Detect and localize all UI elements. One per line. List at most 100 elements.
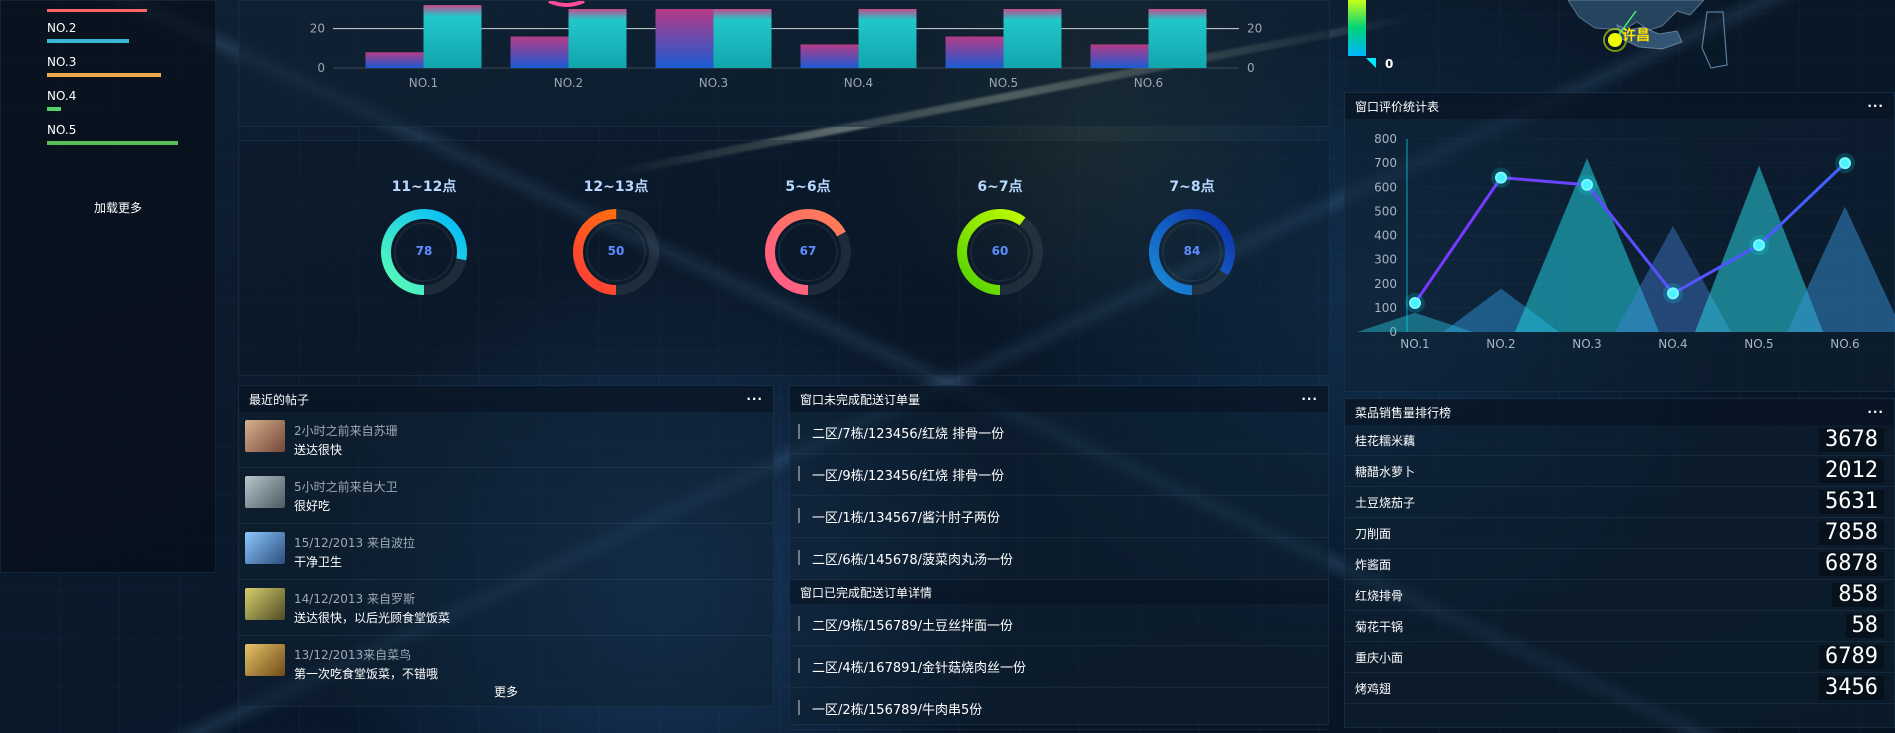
avatar bbox=[245, 420, 285, 452]
bar bbox=[510, 36, 569, 68]
x-tick-label: NO.1 bbox=[409, 76, 438, 90]
y-tick-label: 0 bbox=[317, 61, 325, 75]
orders-panel: 窗口未完成配送订单量 ··· 二区/7栋/123456/红烧 排骨一份 一区/9… bbox=[789, 385, 1329, 730]
sales-item-name: 炸酱面 bbox=[1355, 557, 1392, 572]
order-marker bbox=[798, 466, 800, 481]
rank-list: NO.2 NO.3 NO.4 NO.5 bbox=[1, 1, 215, 145]
order-marker bbox=[798, 700, 800, 715]
evaluation-chart: 0100200300400500600700800NO.1NO.2NO.3NO.… bbox=[1357, 132, 1895, 351]
order-text: 二区/4栋/167891/金针菇烧肉丝一份 bbox=[812, 661, 1027, 676]
ring-title: 6~7点 bbox=[977, 179, 1023, 195]
pending-order-list: 二区/7栋/123456/红烧 排骨一份 一区/9栋/123456/红烧 排骨一… bbox=[790, 412, 1328, 580]
bar bbox=[713, 9, 772, 68]
rings-panel: 11~12点 78 12~13点 50 5~6点 67 6~7点 60 7~8点… bbox=[238, 140, 1330, 376]
more-menu-icon[interactable]: ··· bbox=[1867, 99, 1884, 113]
x-tick-label: NO.3 bbox=[699, 76, 728, 90]
ring-item: 11~12点 78 bbox=[364, 176, 484, 306]
top-arc-fragment bbox=[548, 0, 585, 7]
sales-list: 桂花糯米藕 3678 糖醋水萝卜 2012 土豆烧茄子 5631 刀削面 7858 炸酱… bbox=[1345, 425, 1894, 704]
x-tick-label: NO.1 bbox=[1400, 337, 1429, 351]
sales-row: 烤鸡翅 3456 bbox=[1345, 673, 1894, 704]
post-text: 送达很快，以后光顾食堂饭菜 bbox=[294, 611, 451, 625]
rank-item: NO.4 bbox=[47, 77, 215, 111]
map-region bbox=[1567, 0, 1705, 31]
map-label: 许昌 bbox=[1622, 27, 1650, 44]
order-item[interactable]: 二区/7栋/123456/红烧 排骨一份 bbox=[790, 412, 1328, 454]
sales-item-value: 2012 bbox=[1819, 459, 1884, 483]
rank-bar bbox=[47, 141, 179, 145]
rank-item: NO.5 bbox=[47, 111, 215, 145]
post-text: 很好吃 bbox=[294, 499, 331, 513]
order-item[interactable]: 二区/6栋/145678/菠菜肉丸汤一份 bbox=[790, 538, 1328, 580]
data-point bbox=[1495, 171, 1507, 184]
post-text: 送达很快 bbox=[294, 443, 343, 457]
map-inset-outline bbox=[1701, 11, 1728, 69]
ring-title: 11~12点 bbox=[391, 179, 457, 195]
sales-row: 刀削面 7858 bbox=[1345, 518, 1894, 549]
sales-item-name: 土豆烧茄子 bbox=[1355, 495, 1416, 510]
ring-value: 84 bbox=[1183, 244, 1201, 258]
post-meta: 13/12/2013来自菜鸟 bbox=[294, 648, 412, 662]
left-sidebar: NO.2 NO.3 NO.4 NO.5 加载更多 bbox=[0, 0, 216, 573]
recent-posts-panel: 最近的帖子 ··· 2小时之前来自苏珊 送达很快 5小时之前来自大卫 很好吃 1… bbox=[238, 385, 774, 707]
sales-item-value: 6789 bbox=[1819, 645, 1884, 669]
sales-item-value: 3456 bbox=[1819, 676, 1884, 700]
more-menu-icon[interactable]: ··· bbox=[1301, 392, 1318, 406]
panel-title: 窗口评价统计表 bbox=[1355, 99, 1440, 114]
sales-item-name: 糖醋水萝卜 bbox=[1355, 464, 1416, 479]
ring-item: 5~6点 67 bbox=[748, 176, 868, 306]
y-tick-label: 20 bbox=[1247, 22, 1262, 36]
ring-item: 12~13点 50 bbox=[556, 176, 676, 306]
map-panel: 许昌 bbox=[1347, 0, 1895, 92]
rank-item: NO.3 bbox=[47, 43, 215, 77]
post-item[interactable]: 14/12/2013 来自罗斯 送达很快，以后光顾食堂饭菜 bbox=[239, 579, 773, 635]
panel-title: 菜品销售量排行榜 bbox=[1355, 405, 1452, 420]
sales-row: 桂花糯米藕 3678 bbox=[1345, 425, 1894, 456]
y-tick-label: 800 bbox=[1374, 132, 1397, 146]
ring-title: 5~6点 bbox=[785, 179, 831, 195]
top-bar-chart: 0 0 20 20 NO.1 NO.2 NO.3 NO.4 NO.5 NO.6 bbox=[310, 0, 1262, 90]
china-map: 许昌 bbox=[1567, 0, 1728, 69]
sales-item-value: 3678 bbox=[1819, 428, 1884, 452]
order-item[interactable]: 一区/1栋/134567/酱汁肘子两份 bbox=[790, 496, 1328, 538]
bar bbox=[858, 9, 917, 68]
map-legend-zero: 0 bbox=[1385, 57, 1394, 71]
sales-item-value: 5631 bbox=[1819, 490, 1884, 514]
post-meta: 14/12/2013 来自罗斯 bbox=[294, 592, 415, 606]
panel-header: 菜品销售量排行榜 ··· bbox=[1345, 399, 1894, 425]
order-text: 二区/6栋/145678/菠菜肉丸汤一份 bbox=[812, 553, 1014, 568]
data-point bbox=[1409, 297, 1421, 310]
sales-item-name: 刀削面 bbox=[1355, 526, 1392, 541]
order-item[interactable]: 二区/9栋/156789/土豆丝拌面一份 bbox=[790, 604, 1328, 646]
order-text: 一区/9栋/123456/红烧 排骨一份 bbox=[812, 469, 1005, 484]
bar bbox=[945, 36, 1004, 68]
ring-item: 6~7点 60 bbox=[940, 176, 1060, 306]
area-peak bbox=[1787, 206, 1895, 332]
y-tick-label: 200 bbox=[1374, 277, 1397, 291]
data-point bbox=[1839, 157, 1851, 170]
order-text: 一区/1栋/134567/酱汁肘子两份 bbox=[812, 511, 1001, 526]
order-item[interactable]: 一区/2栋/156789/牛肉串5份 bbox=[790, 688, 1328, 730]
x-tick-label: NO.6 bbox=[1134, 76, 1163, 90]
more-menu-icon[interactable]: ··· bbox=[1867, 405, 1884, 419]
ring-title: 12~13点 bbox=[583, 179, 649, 195]
order-marker bbox=[798, 508, 800, 523]
order-marker bbox=[798, 658, 800, 673]
sales-item-name: 桂花糯米藕 bbox=[1355, 433, 1416, 448]
order-text: 二区/9栋/156789/土豆丝拌面一份 bbox=[812, 619, 1014, 634]
post-item[interactable]: 5小时之前来自大卫 很好吃 bbox=[239, 467, 773, 523]
panel-title: 最近的帖子 bbox=[249, 392, 310, 407]
data-point bbox=[1581, 178, 1593, 191]
x-tick-label: NO.2 bbox=[554, 76, 583, 90]
more-menu-icon[interactable]: ··· bbox=[746, 392, 763, 406]
post-item[interactable]: 2小时之前来自苏珊 送达很快 bbox=[239, 412, 773, 467]
post-item[interactable]: 15/12/2013 来自波拉 干净卫生 bbox=[239, 523, 773, 579]
bar bbox=[655, 9, 714, 68]
order-item[interactable]: 二区/4栋/167891/金针菇烧肉丝一份 bbox=[790, 646, 1328, 688]
load-more-button[interactable]: 加载更多 bbox=[94, 199, 142, 216]
more-posts-button[interactable]: 更多 bbox=[239, 683, 773, 700]
order-item[interactable]: 一区/9栋/123456/红烧 排骨一份 bbox=[790, 454, 1328, 496]
x-tick-label: NO.3 bbox=[1572, 337, 1601, 351]
data-point bbox=[1667, 287, 1679, 300]
map-legend-pointer-icon bbox=[1366, 58, 1376, 68]
